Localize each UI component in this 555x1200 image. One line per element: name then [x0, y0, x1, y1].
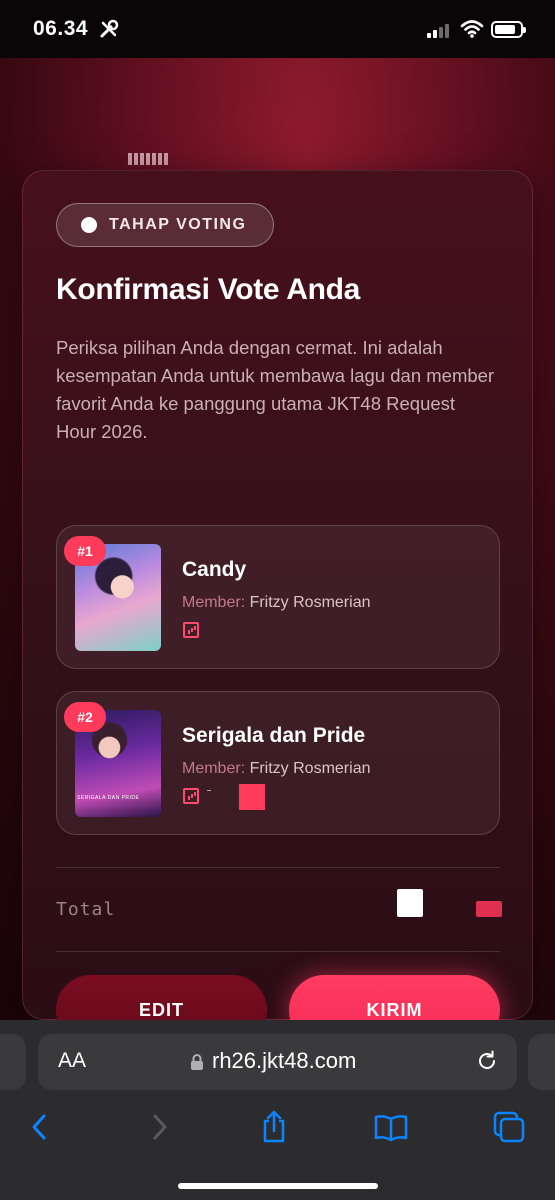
song-title: Candy [182, 558, 247, 581]
stage-badge-label: TAHAP VOTING [109, 216, 247, 233]
page-background: TAHAP VOTING Konfirmasi Vote Anda Periks… [0, 58, 555, 1020]
tools-icon [100, 19, 119, 38]
separator-dash [207, 790, 211, 791]
page-title: Konfirmasi Vote Anda [56, 273, 361, 306]
obscured-indicator [239, 784, 265, 810]
bookmarks-icon[interactable] [373, 1110, 409, 1144]
pixel-decoration [128, 153, 170, 165]
thumbnail-caption: SERIGALA DAN PRIDE [77, 795, 140, 801]
status-time: 06.34 [33, 17, 89, 40]
edit-button[interactable]: EDIT [56, 975, 267, 1020]
member-line: Member: Fritzy Rosmerian [182, 760, 370, 778]
share-icon[interactable] [256, 1110, 292, 1144]
member-label: Member: [182, 760, 246, 777]
total-value-block [397, 889, 423, 917]
divider [56, 951, 500, 952]
forward-icon [153, 1114, 167, 1140]
stage-badge: TAHAP VOTING [56, 203, 274, 247]
vote-item: SERIGALA DAN PRIDE #2 Serigala dan Pride… [56, 691, 500, 835]
member-name: Fritzy Rosmerian [249, 594, 371, 611]
page-description: Periksa pilihan Anda dengan cermat. Ini … [56, 337, 495, 442]
chart-icon [183, 788, 199, 804]
tabs-icon[interactable] [491, 1110, 527, 1144]
total-label: Total [56, 899, 116, 920]
wifi-icon [460, 20, 484, 38]
browser-toolbar [0, 1100, 555, 1200]
text-size-button[interactable]: AA [58, 1049, 86, 1073]
member-label: Member: [182, 594, 246, 611]
rank-badge: #2 [64, 702, 106, 732]
rank-badge: #1 [64, 536, 106, 566]
reload-icon[interactable] [475, 1049, 499, 1073]
browser-address-bar: AA rh26.jkt48.com [0, 1020, 555, 1100]
vote-item: #1 Candy Member: Fritzy Rosmerian [56, 525, 500, 669]
vote-confirmation-card: TAHAP VOTING Konfirmasi Vote Anda Periks… [22, 170, 533, 1020]
next-tab-preview[interactable] [528, 1034, 555, 1090]
total-value-block-accent [476, 901, 502, 917]
previous-tab-preview[interactable] [0, 1034, 26, 1090]
member-line: Member: Fritzy Rosmerian [182, 594, 370, 612]
send-button[interactable]: KIRIM [289, 975, 500, 1020]
divider [56, 867, 500, 868]
lock-icon [191, 1054, 203, 1070]
member-name: Fritzy Rosmerian [249, 760, 371, 777]
battery-icon [491, 21, 526, 38]
status-dot-icon [81, 217, 97, 233]
chart-icon [183, 622, 199, 638]
url-text: rh26.jkt48.com [212, 1048, 357, 1073]
back-icon[interactable] [22, 1110, 58, 1144]
song-title: Serigala dan Pride [182, 724, 366, 747]
status-bar: 06.34 [0, 0, 555, 58]
home-indicator [178, 1183, 378, 1189]
url-field[interactable]: AA rh26.jkt48.com [38, 1034, 517, 1090]
signal-icon [427, 22, 453, 38]
